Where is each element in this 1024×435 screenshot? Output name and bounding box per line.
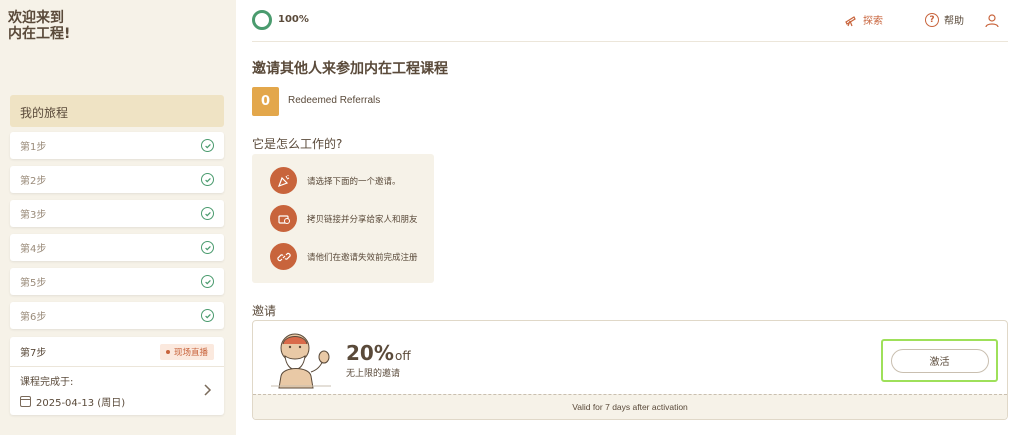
how-step-label: 请选择下面的一个邀请。 <box>307 176 401 187</box>
page-title: 邀请其他人来参加内在工程课程 <box>252 61 448 77</box>
step-label: 第5步 <box>20 278 47 289</box>
step-label: 第3步 <box>20 210 47 221</box>
link-icon <box>270 243 297 270</box>
sidebar-step-6[interactable]: 第6步 <box>10 302 224 329</box>
live-dot-icon <box>165 349 170 354</box>
invite-section-title: 邀请 <box>252 304 277 318</box>
activate-button[interactable]: 激活 <box>890 348 989 373</box>
check-circle-icon <box>201 173 214 186</box>
user-icon[interactable] <box>984 13 1000 29</box>
check-circle-icon <box>201 275 214 288</box>
discount-percent: 20% <box>346 341 394 365</box>
explore-label: 探索 <box>863 16 883 27</box>
activate-highlight: 激活 <box>881 339 998 382</box>
welcome-heading: 欢迎来到 内在工程! <box>8 10 71 42</box>
sage-mascot-illustration <box>271 333 331 389</box>
check-circle-icon <box>201 241 214 254</box>
step-label: 第6步 <box>20 312 47 323</box>
completion-date-row: 2025-04-13 (周日) <box>20 394 214 409</box>
completion-label: 课程完成于: <box>20 377 74 388</box>
how-step-2: 拷贝链接并分享给家人和朋友 <box>270 205 418 232</box>
step7-completion: 课程完成于: 2025-04-13 (周日) <box>10 367 224 415</box>
step-label: 第2步 <box>20 176 47 187</box>
sidebar: 欢迎来到 内在工程! 我的旅程 第1步 第2步 第3步 第4步 第5步 第6步 … <box>0 0 236 435</box>
live-badge-label: 现场直播 <box>173 347 208 358</box>
sidebar-step-4[interactable]: 第4步 <box>10 234 224 261</box>
check-circle-icon <box>201 207 214 220</box>
chevron-right-icon[interactable] <box>200 383 214 397</box>
progress-percent: 100% <box>278 14 309 25</box>
sidebar-step-1[interactable]: 第1步 <box>10 132 224 159</box>
referral-count: 0 <box>252 87 279 116</box>
share-ticket-icon <box>270 205 297 232</box>
check-circle-icon <box>201 139 214 152</box>
explore-link[interactable]: 探索 <box>844 12 883 27</box>
sidebar-step-7[interactable]: 第7步 现场直播 课程完成于: 2025-04-13 (周日) <box>10 337 224 415</box>
completion-date: 2025-04-13 (周日) <box>36 398 126 409</box>
step-label: 第7步 <box>20 348 47 359</box>
sidebar-step-5[interactable]: 第5步 <box>10 268 224 295</box>
check-circle-icon <box>201 309 214 322</box>
how-it-works-title: 它是怎么工作的? <box>252 137 343 151</box>
help-icon: ? <box>925 12 939 27</box>
invite-subtitle: 无上限的邀请 <box>346 369 401 379</box>
top-bar: 100% 探索 ? 帮助 <box>252 0 1008 42</box>
help-link[interactable]: ? 帮助 <box>925 12 964 27</box>
how-step-1: 请选择下面的一个邀请。 <box>270 167 401 194</box>
invite-card: 20% off 无上限的邀请 激活 Valid for 7 days after… <box>252 320 1008 420</box>
validity-note: Valid for 7 days after activation <box>253 394 1007 419</box>
referral-label: Redeemed Referrals <box>288 95 381 106</box>
telescope-icon <box>845 15 856 26</box>
how-step-label: 请他们在邀请失效前完成注册 <box>307 252 418 263</box>
calendar-icon <box>20 396 31 407</box>
how-step-3: 请他们在邀请失效前完成注册 <box>270 243 418 270</box>
journey-header: 我的旅程 <box>10 95 224 127</box>
step-label: 第4步 <box>20 244 47 255</box>
live-badge: 现场直播 <box>159 343 214 360</box>
party-popper-icon <box>270 167 297 194</box>
step-label: 第1步 <box>20 142 47 153</box>
help-label: 帮助 <box>944 16 964 27</box>
discount-off-label: off <box>395 349 411 363</box>
step7-header: 第7步 现场直播 <box>10 337 224 367</box>
how-it-works-box: 请选择下面的一个邀请。 拷贝链接并分享给家人和朋友 请他们在邀请失效前完成注册 <box>252 154 434 283</box>
sidebar-step-2[interactable]: 第2步 <box>10 166 224 193</box>
how-step-label: 拷贝链接并分享给家人和朋友 <box>307 214 418 225</box>
sidebar-step-3[interactable]: 第3步 <box>10 200 224 227</box>
progress-ring-icon <box>252 10 272 30</box>
